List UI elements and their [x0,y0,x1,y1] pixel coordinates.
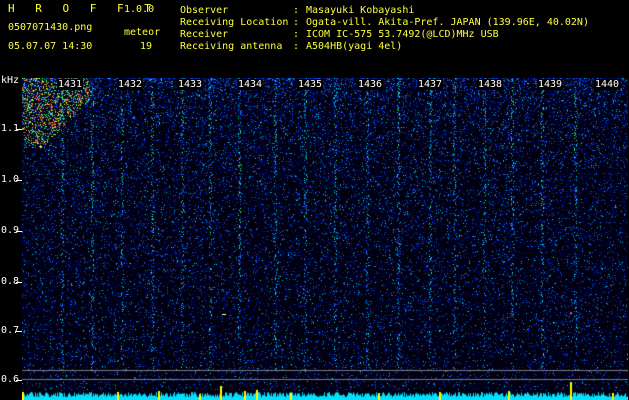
observer-value: Masayuki Kobayashi [306,5,415,16]
time-label: 1435 [297,79,324,90]
time-label: 1431 [57,79,84,90]
time-label: 1440 [594,79,621,90]
image-filename: 0507071430.png [8,22,93,33]
antenna-label: Receiving antenna [180,41,283,52]
time-label: 1438 [477,79,504,90]
observer-sep: : [293,5,300,16]
y-tick [16,282,22,283]
time-label: 1434 [237,79,264,90]
observer-label: Observer [180,5,229,16]
antenna-sep: : [293,41,300,52]
receiver-value: ICOM IC-575 53.7492(@LCD)MHz USB [306,29,499,40]
time-label: 1437 [417,79,444,90]
y-tick [16,129,22,130]
antenna-value: A504HB(yagi 4el) [306,41,403,52]
meteor-count: 19 [140,41,153,52]
receiver-label: Receiver [180,29,229,40]
spectrogram-canvas [22,78,628,400]
y-axis-unit: kHz [1,75,20,86]
app-version: 1.0.0 [124,4,155,15]
time-label: 1436 [357,79,384,90]
capture-datetime: 05.07.07 14:30 [8,41,93,52]
receiver-sep: : [293,29,300,40]
location-sep: : [293,17,300,28]
time-label: 1439 [537,79,564,90]
time-label: 1433 [177,79,204,90]
y-tick [16,380,22,381]
y-tick [16,180,22,181]
y-tick [16,231,22,232]
meteor-label: meteor [124,27,161,38]
location-label: Receiving Location [180,17,289,28]
spectrogram-plot [22,78,628,400]
y-tick [16,331,22,332]
location-value: Ogata-vill. Akita-Pref. JAPAN (139.96E, … [306,17,589,28]
time-label: 1432 [117,79,144,90]
header-panel: H R O F F T 1.0.0 0507071430.png meteor … [0,0,629,72]
